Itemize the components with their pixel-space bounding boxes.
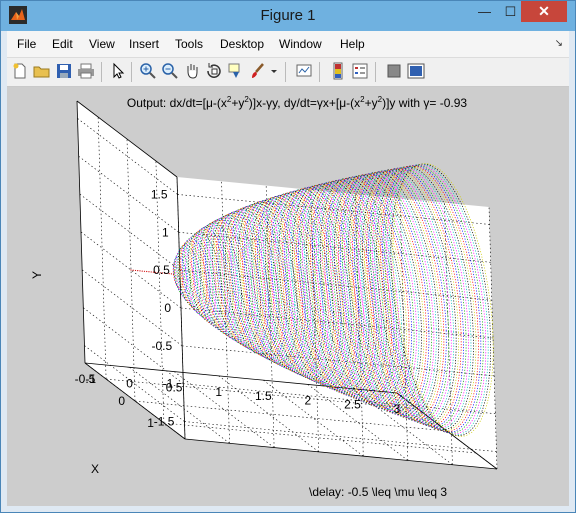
hide-plot-tools-icon[interactable] (385, 62, 403, 80)
mu-tick-label: 1.5 (255, 389, 272, 403)
print-icon[interactable] (77, 62, 95, 80)
equilibrium-point (150, 271, 152, 273)
equilibrium-point (134, 269, 137, 272)
y-tick-label: 0.5 (153, 263, 170, 277)
zoom-in-icon[interactable] (139, 62, 157, 80)
mu-tick-label: 3 (394, 402, 401, 416)
plot-title: Output: dx/dt=[μ-(x2+y2)]x-γy, dy/dt=γx+… (127, 95, 468, 110)
save-icon[interactable] (55, 62, 73, 80)
toolbar-separator (131, 62, 132, 82)
data-cursor-icon[interactable] (227, 62, 245, 80)
minimize-button[interactable]: — (471, 1, 498, 22)
equilibrium-point (130, 269, 132, 271)
y-tick-label: -1 (163, 377, 174, 391)
zoom-out-icon[interactable] (161, 62, 179, 80)
menu-window[interactable]: Window (279, 37, 322, 51)
menu-edit[interactable]: Edit (52, 37, 73, 51)
y-tick-label: 1.5 (151, 187, 168, 201)
new-figure-icon[interactable] (11, 62, 29, 80)
figure-window: Figure 1 — ☐ ✕ File Edit View Insert Too… (0, 0, 576, 513)
toolbar-separator (285, 62, 286, 82)
brush-dropdown-icon[interactable] (269, 62, 279, 80)
menu-insert[interactable]: Insert (129, 37, 159, 51)
menu-view[interactable]: View (89, 37, 115, 51)
rotate-3d-icon[interactable] (205, 62, 223, 80)
equilibrium-point (170, 273, 173, 275)
equilibrium-point (146, 270, 148, 273)
menu-tools[interactable]: Tools (175, 37, 203, 51)
equilibrium-point (137, 270, 139, 272)
close-button[interactable]: ✕ (521, 1, 567, 22)
dock-arrow-icon[interactable]: ↘ (555, 38, 563, 49)
pan-hand-icon[interactable] (183, 62, 201, 80)
z-axis-label: X (91, 462, 99, 476)
menu-bar: File Edit View Insert Tools Desktop Wind… (7, 31, 569, 58)
menu-help[interactable]: Help (340, 37, 365, 51)
mu-tick-label: 2 (305, 393, 312, 407)
equilibrium-point (143, 270, 146, 272)
y-axis-label: Y (30, 271, 44, 279)
menu-desktop[interactable]: Desktop (220, 37, 264, 51)
brush-icon[interactable] (249, 62, 267, 80)
equilibrium-point (141, 270, 143, 272)
maximize-button[interactable]: ☐ (497, 1, 524, 22)
x-tick-label: 1 (147, 416, 154, 430)
toolbar-separator (319, 62, 320, 82)
y-tick-label: -0.5 (151, 339, 172, 353)
menu-file[interactable]: File (17, 37, 36, 51)
show-plot-tools-icon[interactable] (407, 62, 425, 80)
title-bar[interactable]: Figure 1 — ☐ ✕ (1, 1, 575, 31)
equilibrium-point (139, 270, 141, 272)
figure-canvas[interactable]: Output: dx/dt=[μ-(x2+y2)]x-γy, dy/dt=γx+… (7, 87, 569, 506)
plot-3d-axes[interactable]: Output: dx/dt=[μ-(x2+y2)]x-γy, dy/dt=γx+… (7, 87, 569, 506)
open-file-icon[interactable] (33, 62, 51, 80)
link-plot-icon[interactable] (295, 62, 313, 80)
figure-client: File Edit View Insert Tools Desktop Wind… (7, 31, 569, 506)
x-tick-label: 0 (118, 394, 125, 408)
insert-colorbar-icon[interactable] (329, 62, 347, 80)
x-tick-label: -1 (85, 372, 96, 386)
y-tick-label: 0 (164, 301, 171, 315)
figure-toolbar (7, 58, 569, 87)
x-axis-label: \delay: -0.5 \leq \mu \leq 3 (309, 485, 447, 499)
toolbar-separator (101, 62, 102, 82)
toolbar-separator (375, 62, 376, 82)
mu-tick-label: 1 (215, 385, 222, 399)
edit-plot-arrow-icon[interactable] (109, 62, 127, 80)
y-tick-label: 1 (162, 225, 169, 239)
mu-tick-label: 0 (126, 376, 133, 390)
equilibrium-point (148, 271, 150, 273)
y-tick-label: -1.5 (154, 415, 175, 429)
mu-tick-label: 2.5 (344, 398, 361, 412)
insert-legend-icon[interactable] (351, 62, 369, 80)
equilibrium-point (132, 269, 134, 271)
